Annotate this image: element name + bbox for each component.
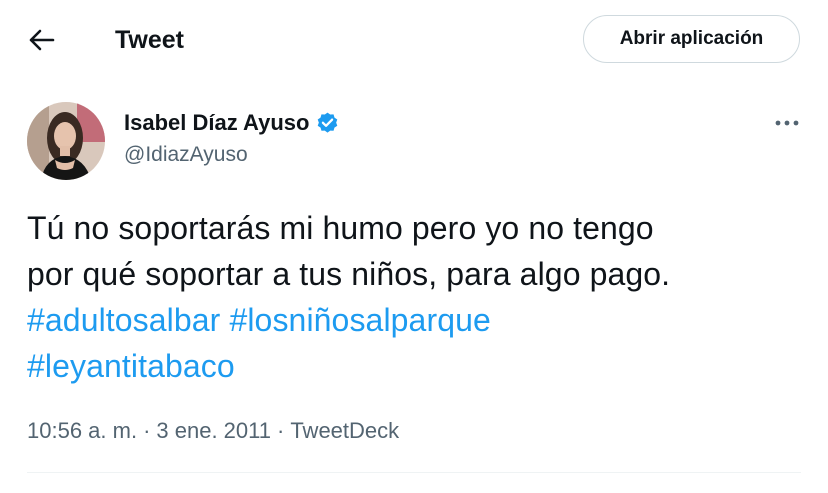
tweet-source[interactable]: TweetDeck <box>290 418 399 443</box>
back-button[interactable] <box>24 22 60 58</box>
arrow-left-icon <box>29 29 55 51</box>
tweet-text-line: Tú no soportarás mi humo pero yo no teng… <box>27 210 654 246</box>
verified-badge-icon <box>315 111 340 136</box>
top-bar: Tweet Abrir aplicación <box>0 0 828 80</box>
more-options-button[interactable] <box>768 108 806 138</box>
page-title: Tweet <box>115 26 184 54</box>
divider <box>27 472 801 473</box>
tweet-metadata: 10:56 a. m. · 3 ene. 2011 · TweetDeck <box>27 417 399 445</box>
meta-separator: · <box>277 418 285 443</box>
tweet-date[interactable]: 3 ene. 2011 <box>156 418 271 443</box>
hashtag-link[interactable]: #losniñosalparque <box>229 302 490 338</box>
tweet-text-line: por qué soportar a tus niños, para algo … <box>27 256 671 292</box>
author-handle[interactable]: @IdiazAyuso <box>124 141 248 169</box>
meta-separator: · <box>143 418 151 443</box>
tweet-text: Tú no soportarás mi humo pero yo no teng… <box>27 205 807 389</box>
profile-photo <box>27 102 105 180</box>
author-name[interactable]: Isabel Díaz Ayuso <box>124 110 309 136</box>
tweet-time[interactable]: 10:56 a. m. <box>27 418 137 443</box>
hashtag-link[interactable]: #leyantitabaco <box>27 348 235 384</box>
more-horizontal-icon <box>775 120 799 126</box>
hashtag-link[interactable]: #adultosalbar <box>27 302 220 338</box>
author-name-row: Isabel Díaz Ayuso <box>124 108 340 138</box>
open-app-button[interactable]: Abrir aplicación <box>583 15 800 63</box>
avatar[interactable] <box>27 102 105 180</box>
